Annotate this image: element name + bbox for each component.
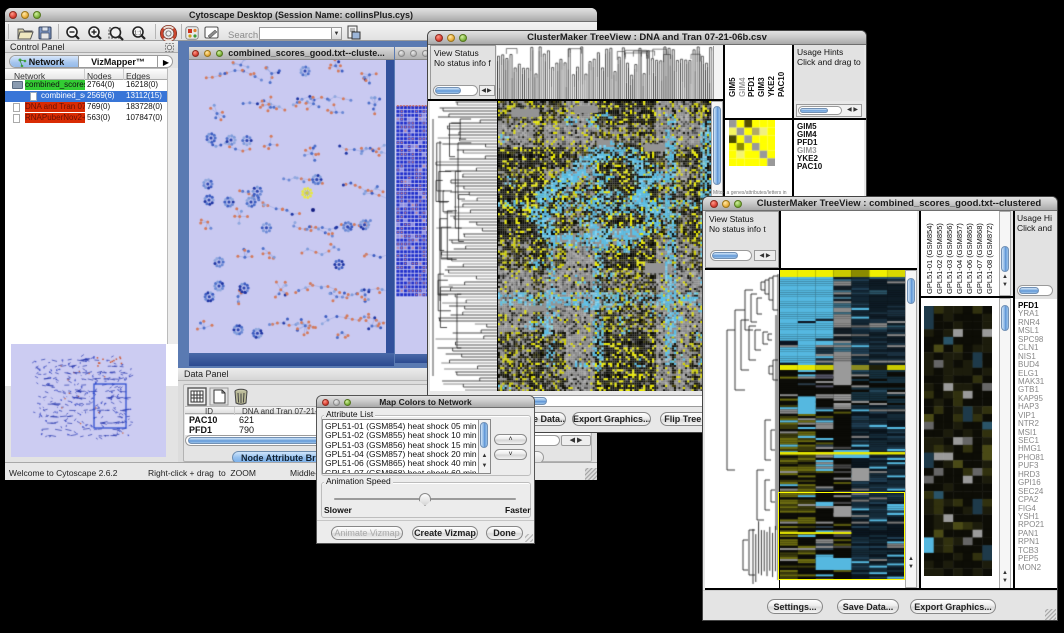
- svg-text:1:1: 1:1: [134, 30, 142, 36]
